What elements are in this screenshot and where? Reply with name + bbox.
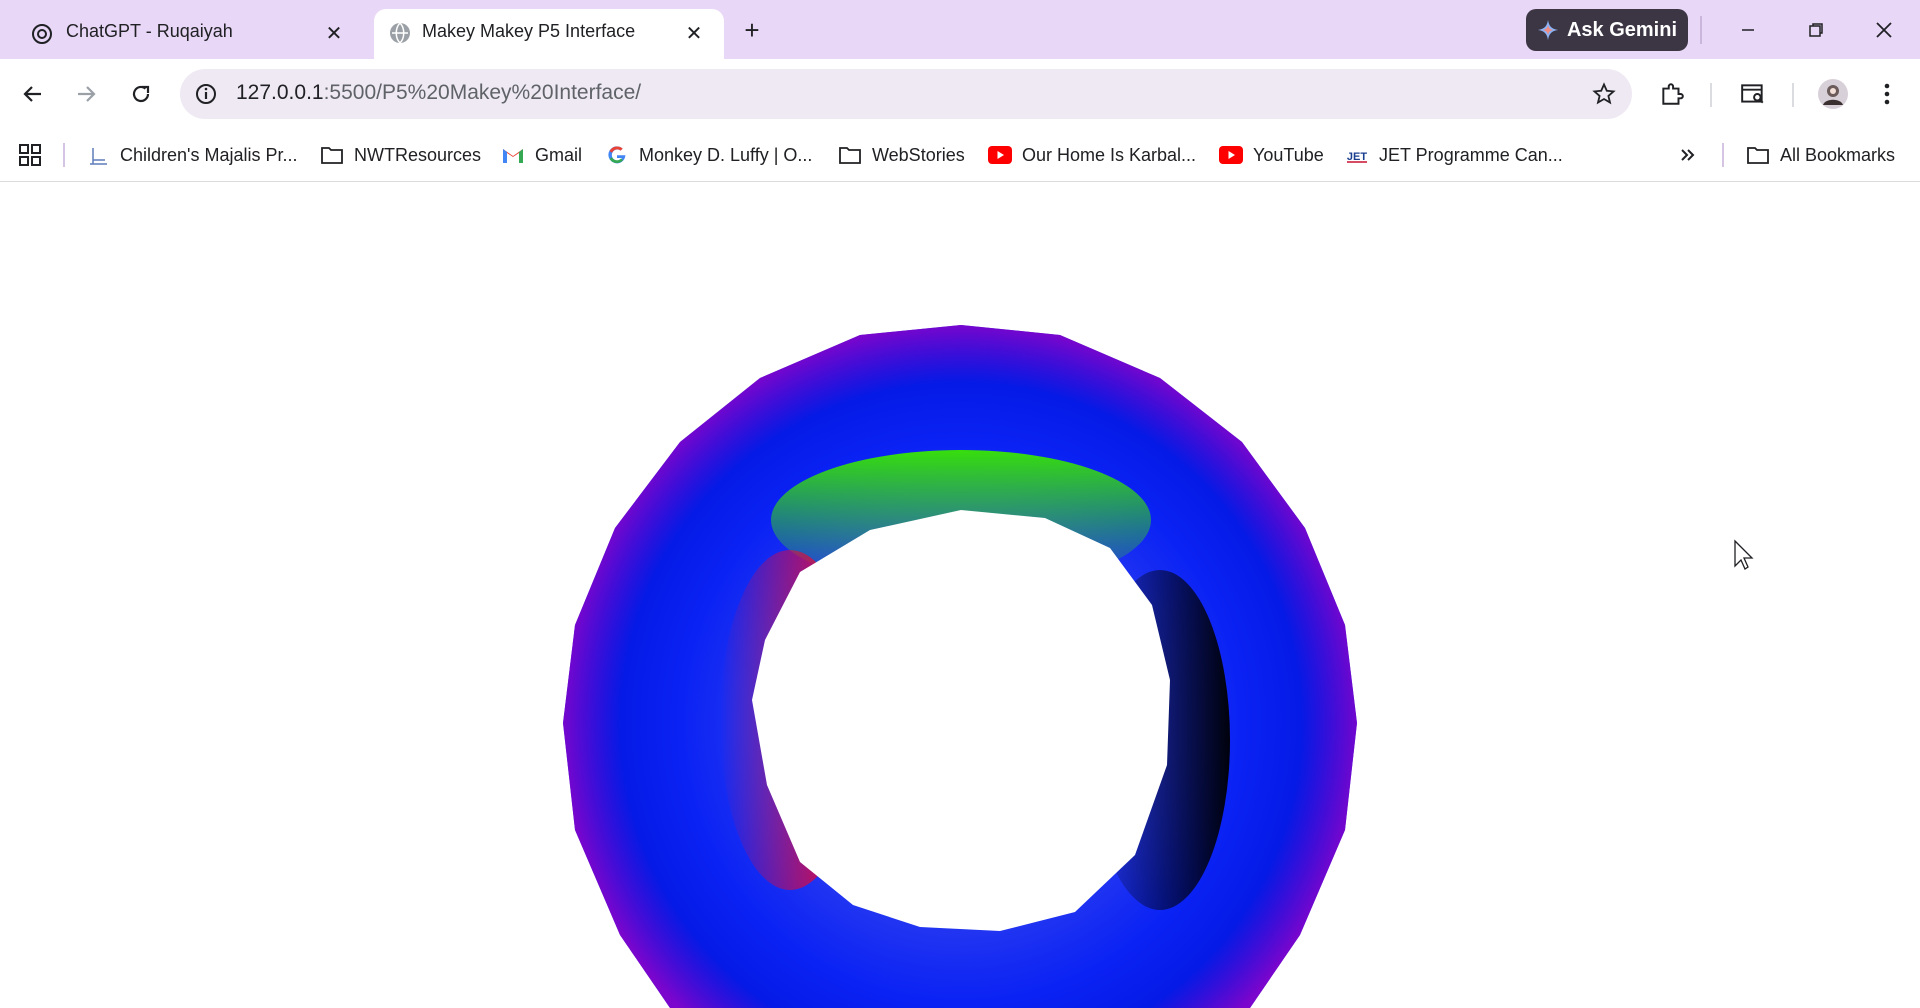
extensions-button[interactable] xyxy=(1652,74,1692,114)
minimize-icon xyxy=(1742,29,1754,31)
restore-button[interactable] xyxy=(1792,10,1840,50)
gmail-icon xyxy=(501,143,525,167)
bookmark-label: JET Programme Can... xyxy=(1379,144,1563,165)
avatar-icon xyxy=(1818,79,1848,109)
address-bar[interactable]: 127.0.0.1:5500/P5%20Makey%20Interface/ xyxy=(180,69,1632,119)
search-tabs-button[interactable] xyxy=(1733,74,1773,114)
back-arrow-icon xyxy=(23,86,41,102)
divider xyxy=(1700,16,1702,44)
folder-icon xyxy=(838,143,862,167)
reload-icon xyxy=(132,85,150,103)
bookmark-item[interactable]: WebStories xyxy=(838,139,965,171)
bookmark-item[interactable]: NWTResources xyxy=(320,139,481,171)
jet-icon: JET xyxy=(1345,143,1369,167)
apps-grid-icon xyxy=(18,143,42,167)
double-chevron-right-icon xyxy=(1676,143,1700,167)
restore-icon xyxy=(1809,23,1823,37)
bookmark-item[interactable]: Our Home Is Karbal... xyxy=(988,139,1196,171)
puzzle-icon xyxy=(1662,83,1684,105)
forward-button[interactable] xyxy=(66,74,106,114)
bookmark-star-icon[interactable] xyxy=(1592,82,1616,106)
url-path: :5500/P5%20Makey%20Interface/ xyxy=(323,81,642,104)
folder-icon xyxy=(1746,143,1770,167)
close-window-button[interactable] xyxy=(1860,10,1908,50)
tab-chatgpt[interactable]: ChatGPT - Ruqaiyah ✕ xyxy=(14,9,364,59)
title-bar: ChatGPT - Ruqaiyah ✕ Makey Makey P5 Inte… xyxy=(0,0,1920,59)
bookmark-item[interactable]: JET JET Programme Can... xyxy=(1345,139,1563,171)
divider xyxy=(1710,83,1712,107)
url-host: 127.0.0.1 xyxy=(236,81,324,104)
ask-gemini-button[interactable]: Ask Gemini xyxy=(1526,9,1688,51)
tab-makey-makey[interactable]: Makey Makey P5 Interface ✕ xyxy=(374,9,724,59)
torus-shape xyxy=(563,325,1357,1008)
ask-gemini-label: Ask Gemini xyxy=(1566,18,1678,41)
divider xyxy=(1722,143,1724,167)
chatgpt-icon xyxy=(30,22,54,46)
bookmark-item[interactable]: Gmail xyxy=(501,139,582,171)
menu-button[interactable] xyxy=(1867,74,1907,114)
gemini-sparkle-icon xyxy=(1537,19,1559,41)
more-vert-icon xyxy=(1884,83,1890,105)
bookmark-item[interactable]: Monkey D. Luffy | O... xyxy=(605,139,812,171)
bookmark-label: Monkey D. Luffy | O... xyxy=(639,144,813,165)
youtube-icon xyxy=(1219,143,1243,167)
forward-arrow-icon xyxy=(78,86,96,102)
bookmark-label: YouTube xyxy=(1253,144,1324,165)
mouse-cursor-icon xyxy=(1734,539,1754,570)
reload-button[interactable] xyxy=(121,74,161,114)
close-icon xyxy=(1876,22,1892,38)
bookmark-label: NWTResources xyxy=(354,144,482,165)
bookmark-item[interactable]: YouTube xyxy=(1219,139,1324,171)
tab-title: Makey Makey P5 Interface xyxy=(422,21,636,41)
apps-button[interactable] xyxy=(18,139,42,171)
svg-text:JET: JET xyxy=(1347,151,1367,163)
close-icon[interactable]: ✕ xyxy=(682,21,706,45)
divider xyxy=(63,143,65,167)
back-button[interactable] xyxy=(13,74,53,114)
site-icon xyxy=(86,143,110,167)
minimize-button[interactable] xyxy=(1724,10,1772,50)
bookmark-label: WebStories xyxy=(872,144,965,165)
p5-canvas[interactable] xyxy=(0,182,1920,1008)
profile-button[interactable] xyxy=(1813,74,1853,114)
divider xyxy=(1792,83,1794,107)
bookmark-item[interactable]: Children's Majalis Pr... xyxy=(86,139,298,171)
tab-title: ChatGPT - Ruqaiyah xyxy=(66,21,233,41)
google-icon xyxy=(605,143,629,167)
close-icon[interactable]: ✕ xyxy=(322,21,346,45)
site-info-icon[interactable] xyxy=(194,82,218,106)
all-bookmarks-button[interactable]: All Bookmarks xyxy=(1746,139,1895,171)
bookmarks-bar: Children's Majalis Pr... NWTResources Gm… xyxy=(0,129,1920,182)
youtube-icon xyxy=(988,143,1012,167)
bookmark-label: Our Home Is Karbal... xyxy=(1022,144,1197,165)
bookmark-label: Children's Majalis Pr... xyxy=(120,144,298,165)
all-bookmarks-label: All Bookmarks xyxy=(1780,144,1896,165)
globe-icon xyxy=(388,21,412,45)
more-bookmarks-button[interactable] xyxy=(1676,139,1700,171)
folder-icon xyxy=(320,143,344,167)
toolbar: 127.0.0.1:5500/P5%20Makey%20Interface/ xyxy=(0,59,1920,129)
url-text[interactable]: 127.0.0.1:5500/P5%20Makey%20Interface/ xyxy=(236,81,641,105)
tab-search-icon xyxy=(1741,84,1764,104)
page-content xyxy=(0,182,1920,1008)
new-tab-button[interactable]: + xyxy=(736,14,768,46)
bookmark-label: Gmail xyxy=(535,144,583,165)
